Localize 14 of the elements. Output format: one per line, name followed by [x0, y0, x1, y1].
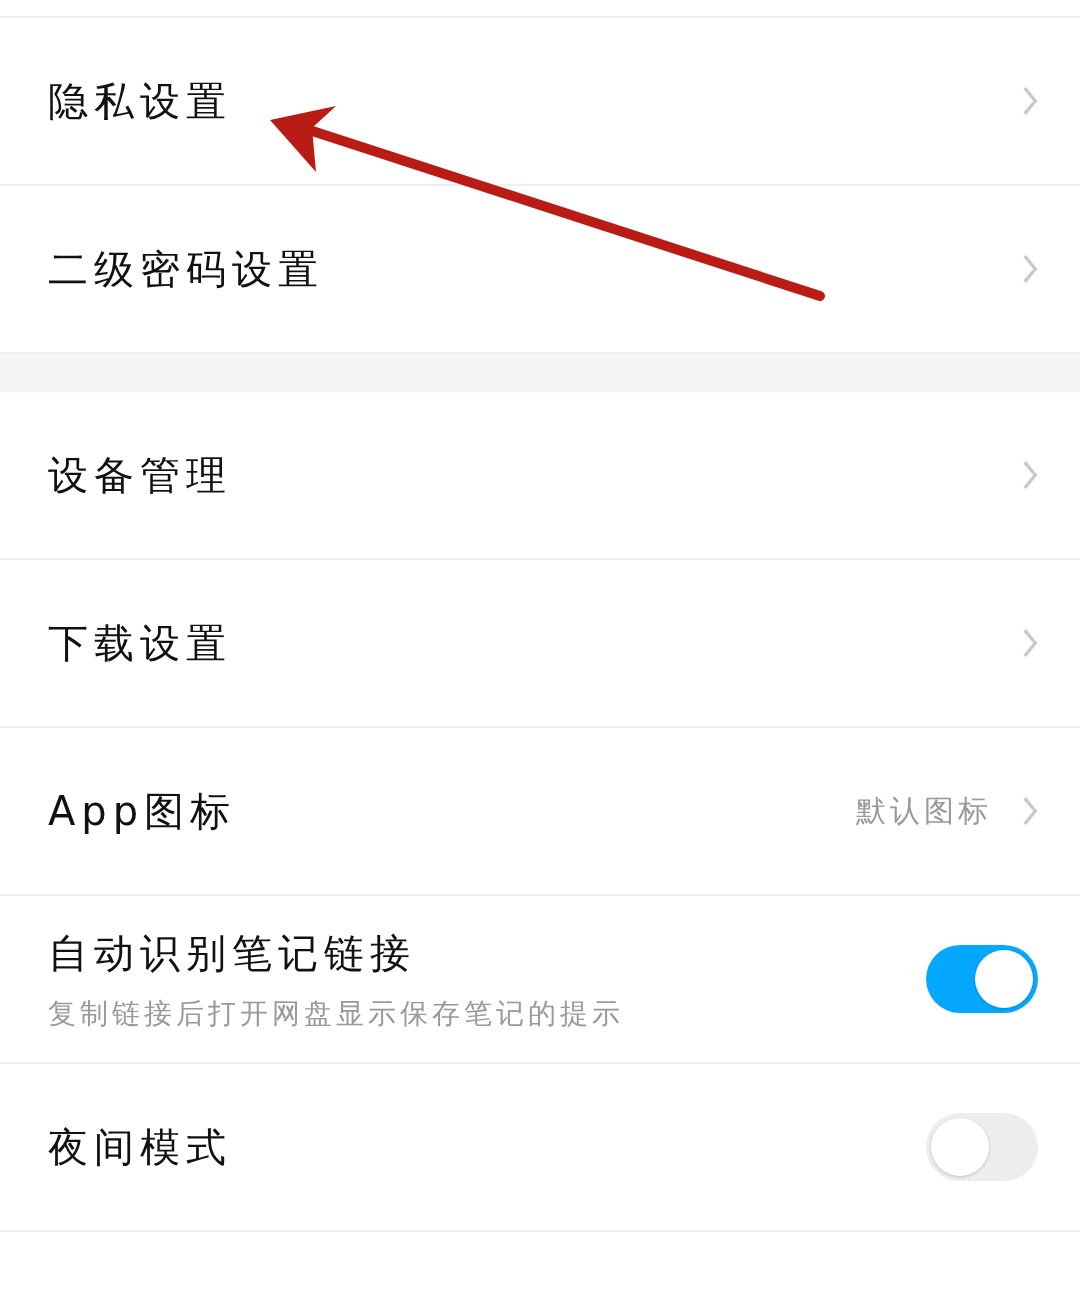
row-title: 隐私设置: [48, 76, 232, 126]
row-title: App图标: [48, 786, 237, 836]
row-title: 自动识别笔记链接: [48, 928, 416, 978]
settings-row[interactable]: 设备管理: [0, 392, 1080, 560]
settings-row[interactable]: 下载设置: [0, 560, 1080, 728]
row-title: 设备管理: [48, 450, 232, 500]
row-value: 默认图标: [856, 791, 992, 830]
settings-row[interactable]: App图标 默认图标: [0, 728, 1080, 896]
row-subtitle: 复制链接后打开网盘显示保存笔记的提示: [48, 995, 624, 1032]
row-title: 下载设置: [48, 618, 232, 668]
settings-row[interactable]: 自动识别笔记链接 复制链接后打开网盘显示保存笔记的提示: [0, 896, 1080, 1064]
settings-row[interactable]: 夜间模式: [0, 1064, 1080, 1232]
row-title: 夜间模式: [48, 1122, 232, 1172]
row-title: 二级密码设置: [48, 244, 324, 294]
